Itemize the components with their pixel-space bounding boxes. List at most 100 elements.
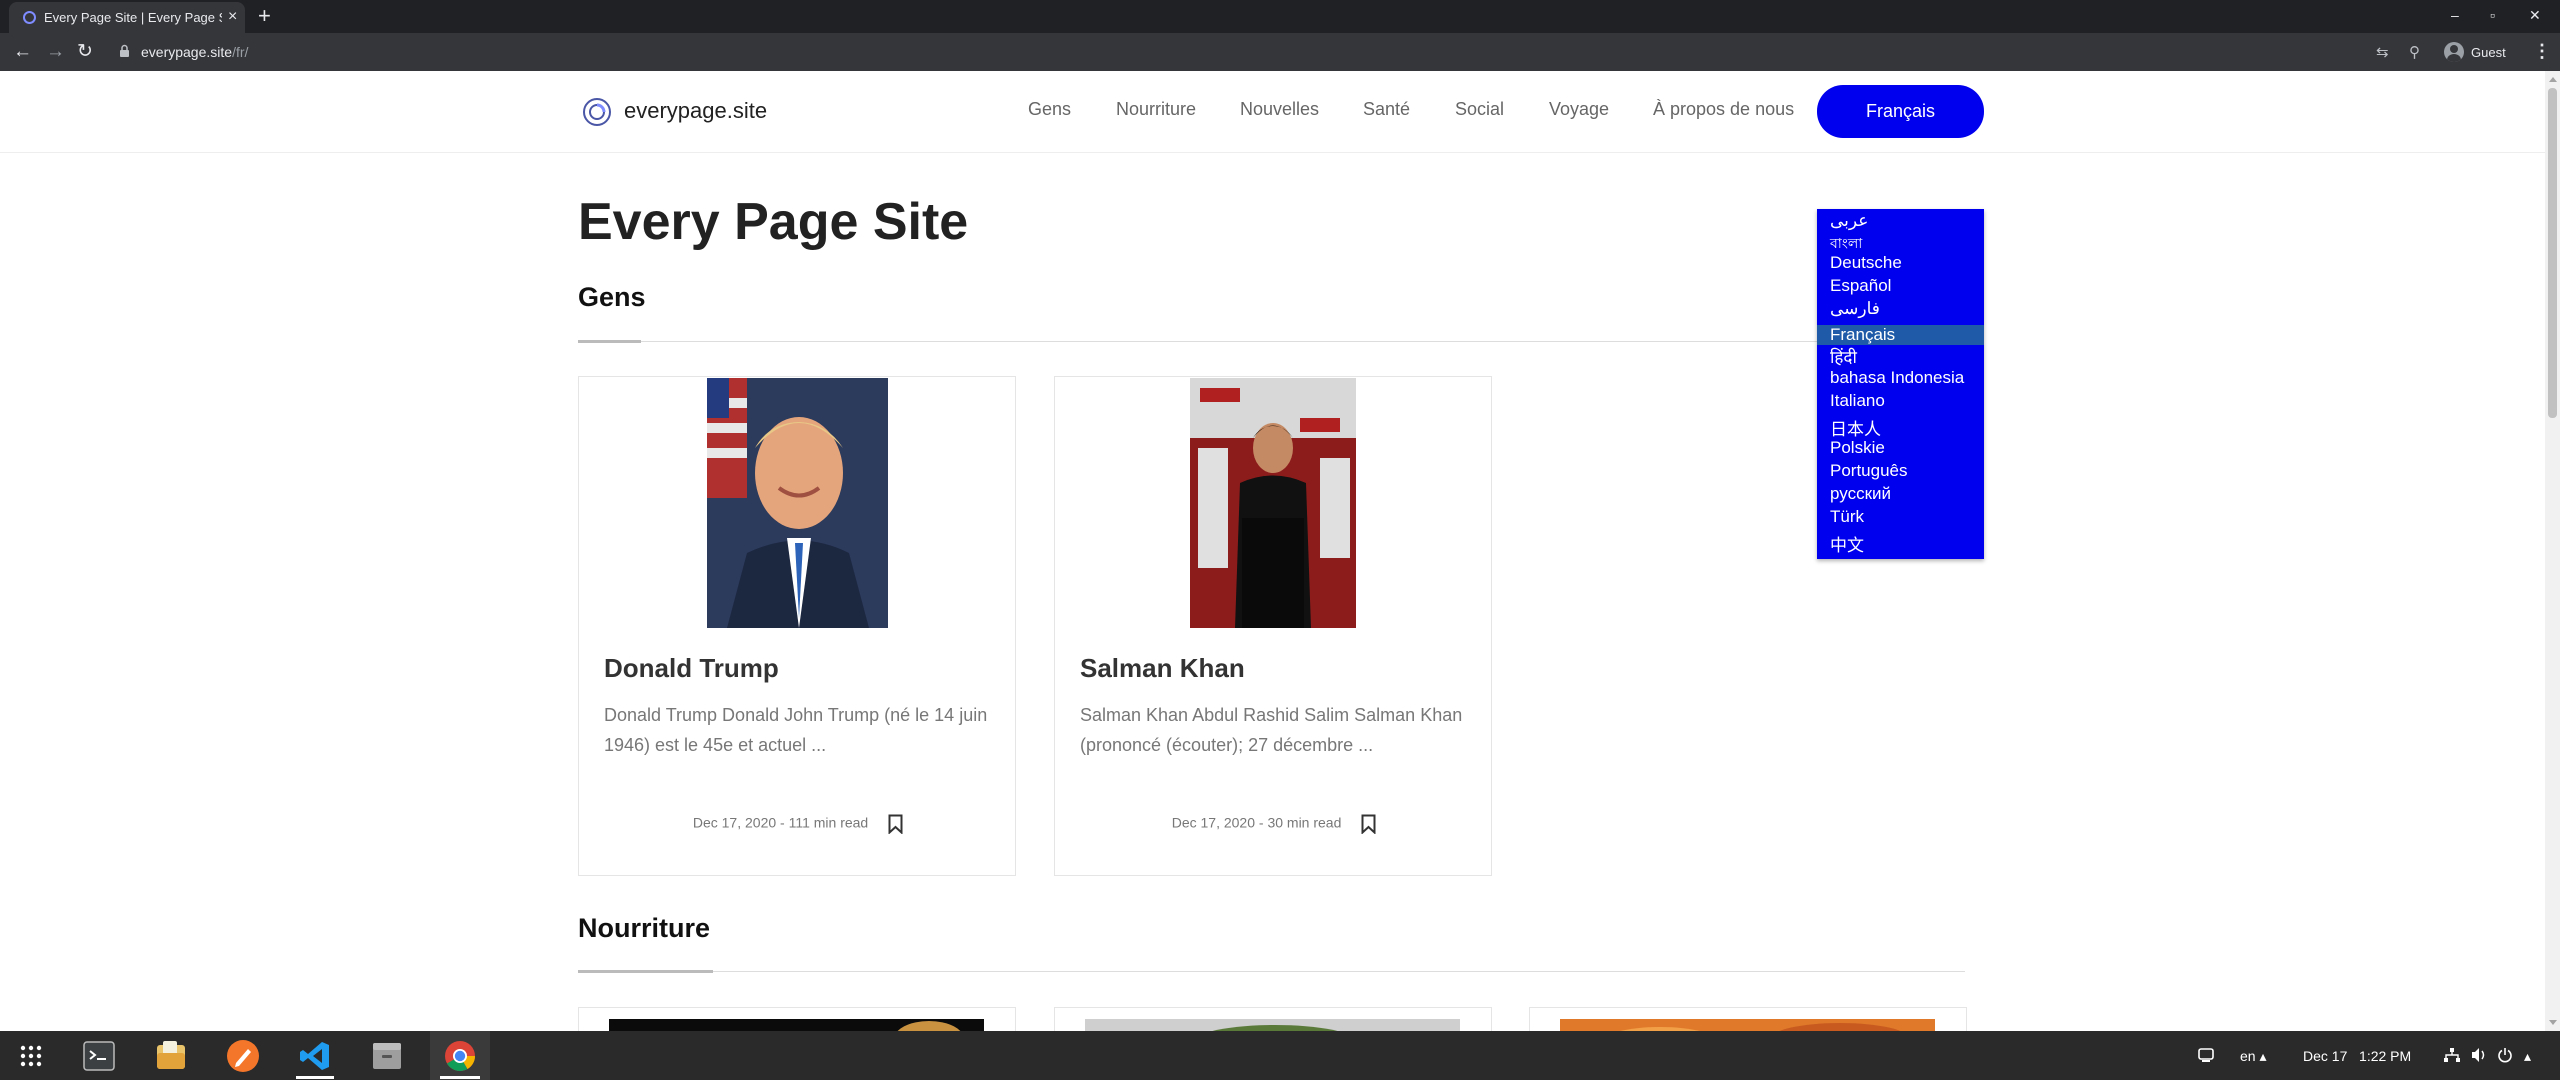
section-title-nourriture: Nourriture xyxy=(578,913,711,943)
maximize-icon[interactable]: ▫ xyxy=(2490,7,2495,23)
clock-date: Dec 17 xyxy=(2303,1048,2348,1064)
tab-close-icon[interactable]: × xyxy=(228,8,237,26)
browser-tab-strip: Every Page Site | Every Page Site × + – … xyxy=(0,0,2560,33)
vscode-running-indicator xyxy=(296,1076,334,1079)
zoom-icon[interactable]: ⚲ xyxy=(2409,43,2420,61)
notification-icon[interactable] xyxy=(2197,1046,2215,1064)
tab-title: Every Page Site | Every Page Site xyxy=(44,10,222,25)
nav-item-nouvelles[interactable]: Nouvelles xyxy=(1240,99,1319,120)
article-title[interactable]: Donald Trump xyxy=(604,653,779,684)
network-icon[interactable] xyxy=(2443,1047,2461,1063)
donald-trump-photo[interactable] xyxy=(707,378,888,628)
clock[interactable]: Dec 17 1:22 PM xyxy=(2303,1048,2411,1064)
language-option-selected[interactable]: Français xyxy=(1817,325,1984,345)
language-option[interactable]: عربى xyxy=(1817,211,1984,231)
app-grid-icon[interactable] xyxy=(14,1039,48,1073)
close-window-icon[interactable]: ✕ xyxy=(2529,7,2541,23)
article-meta: Dec 17, 2020 - 111 min read xyxy=(579,814,1017,834)
page-scrollbar[interactable] xyxy=(2545,71,2560,1031)
language-option[interactable]: Deutsche xyxy=(1817,253,1984,273)
food-card[interactable] xyxy=(578,1007,1016,1031)
browser-tab[interactable]: Every Page Site | Every Page Site × xyxy=(9,2,245,33)
language-select-button[interactable]: Français xyxy=(1817,85,1984,138)
os-taskbar: en ▴ Dec 17 1:22 PM ▴ xyxy=(0,1031,2560,1080)
scrollbar-thumb[interactable] xyxy=(2548,88,2557,418)
site-logo-text[interactable]: everypage.site xyxy=(624,98,767,124)
keyboard-language-code: en xyxy=(2240,1048,2256,1064)
language-dropdown: عربى বাংলা Deutsche Español فارسی França… xyxy=(1817,209,1984,559)
nav-item-nourriture[interactable]: Nourriture xyxy=(1116,99,1196,120)
bookmark-icon[interactable] xyxy=(1361,814,1376,834)
browser-toolbar: ← → ↻ everypage.site/fr/ ⇆ ⚲ Guest ⋮ xyxy=(0,33,2560,71)
nav-item-a-propos[interactable]: À propos de nous xyxy=(1653,99,1794,120)
page-viewport: everypage.site Gens Nourriture Nouvelles… xyxy=(0,71,2545,1031)
chrome-running-indicator xyxy=(440,1076,480,1079)
power-icon[interactable] xyxy=(2497,1047,2513,1063)
tray-expand-icon[interactable]: ▴ xyxy=(2524,1048,2531,1065)
section-divider xyxy=(578,971,1965,972)
salman-khan-photo[interactable] xyxy=(1190,378,1356,628)
lock-icon[interactable] xyxy=(119,44,130,58)
language-option[interactable]: Español xyxy=(1817,276,1984,296)
forward-icon[interactable]: → xyxy=(46,42,65,62)
browser-menu-icon[interactable]: ⋮ xyxy=(2533,42,2551,60)
translate-icon[interactable]: ⇆ xyxy=(2376,43,2389,61)
scroll-up-arrow-icon[interactable] xyxy=(2549,77,2557,82)
section-title-gens: Gens xyxy=(578,282,646,312)
article-card[interactable]: Donald Trump Donald Trump Donald John Tr… xyxy=(578,376,1016,876)
file-manager-icon[interactable] xyxy=(370,1039,404,1073)
vscode-icon[interactable] xyxy=(298,1039,332,1073)
new-tab-icon[interactable]: + xyxy=(258,4,271,28)
guest-avatar-icon xyxy=(2444,42,2464,62)
nav-item-sante[interactable]: Santé xyxy=(1363,99,1410,120)
reload-icon[interactable]: ↻ xyxy=(77,42,93,62)
article-title[interactable]: Salman Khan xyxy=(1080,653,1245,684)
article-excerpt: Salman Khan Abdul Rashid Salim Salman Kh… xyxy=(1080,705,1463,755)
profile-label: Guest xyxy=(2471,44,2506,60)
food-image[interactable] xyxy=(1085,1019,1460,1031)
site-logo-icon[interactable] xyxy=(582,97,612,127)
terminal-icon[interactable] xyxy=(82,1039,116,1073)
keyboard-language-caret-icon: ▴ xyxy=(2259,1048,2267,1064)
food-card[interactable] xyxy=(1054,1007,1492,1031)
back-icon[interactable]: ← xyxy=(13,42,32,62)
article-date-readtime: Dec 17, 2020 - 30 min read xyxy=(1171,814,1342,831)
language-option[interactable]: Português xyxy=(1817,461,1984,481)
language-option[interactable]: Polskie xyxy=(1817,438,1984,458)
site-header: everypage.site Gens Nourriture Nouvelles… xyxy=(0,71,2545,153)
chrome-icon[interactable] xyxy=(443,1039,477,1073)
scroll-down-arrow-icon[interactable] xyxy=(2549,1020,2557,1025)
section-divider xyxy=(578,341,1965,342)
language-option[interactable]: Türk xyxy=(1817,507,1984,527)
minimize-icon[interactable]: – xyxy=(2451,7,2459,23)
profile-button[interactable]: Guest xyxy=(2444,39,2506,65)
files-icon[interactable] xyxy=(154,1039,188,1073)
language-option[interactable]: Italiano xyxy=(1817,391,1984,411)
food-image[interactable] xyxy=(1560,1019,1935,1031)
article-meta: Dec 17, 2020 - 30 min read xyxy=(1055,814,1493,834)
language-option[interactable]: हिंदी xyxy=(1817,345,1984,368)
language-option[interactable]: فارسی xyxy=(1817,299,1984,319)
nav-item-gens[interactable]: Gens xyxy=(1028,99,1071,120)
section-divider-accent xyxy=(578,970,713,973)
site-favicon-icon xyxy=(23,11,36,24)
language-option[interactable]: русский xyxy=(1817,484,1984,504)
food-image[interactable] xyxy=(609,1019,984,1031)
language-option[interactable]: bahasa Indonesia xyxy=(1817,368,1984,388)
language-option[interactable]: 中文 xyxy=(1817,531,1984,556)
nav-item-voyage[interactable]: Voyage xyxy=(1549,99,1609,120)
article-excerpt: Donald Trump Donald John Trump (né le 14… xyxy=(604,705,988,755)
page-title: Every Page Site xyxy=(578,193,969,251)
keyboard-language[interactable]: en ▴ xyxy=(2240,1048,2267,1065)
address-bar[interactable]: everypage.site/fr/ xyxy=(141,44,248,60)
clock-time: 1:22 PM xyxy=(2359,1048,2412,1064)
bookmark-icon[interactable] xyxy=(888,814,903,834)
food-card[interactable] xyxy=(1529,1007,1967,1031)
volume-icon[interactable] xyxy=(2470,1047,2488,1063)
article-card[interactable]: Salman Khan Salman Khan Abdul Rashid Sal… xyxy=(1054,376,1492,876)
pen-app-icon[interactable] xyxy=(226,1039,260,1073)
language-option[interactable]: 日本人 xyxy=(1817,415,1984,440)
url-host: everypage.site xyxy=(141,44,233,60)
url-path: /fr/ xyxy=(232,44,249,60)
nav-item-social[interactable]: Social xyxy=(1455,99,1504,120)
